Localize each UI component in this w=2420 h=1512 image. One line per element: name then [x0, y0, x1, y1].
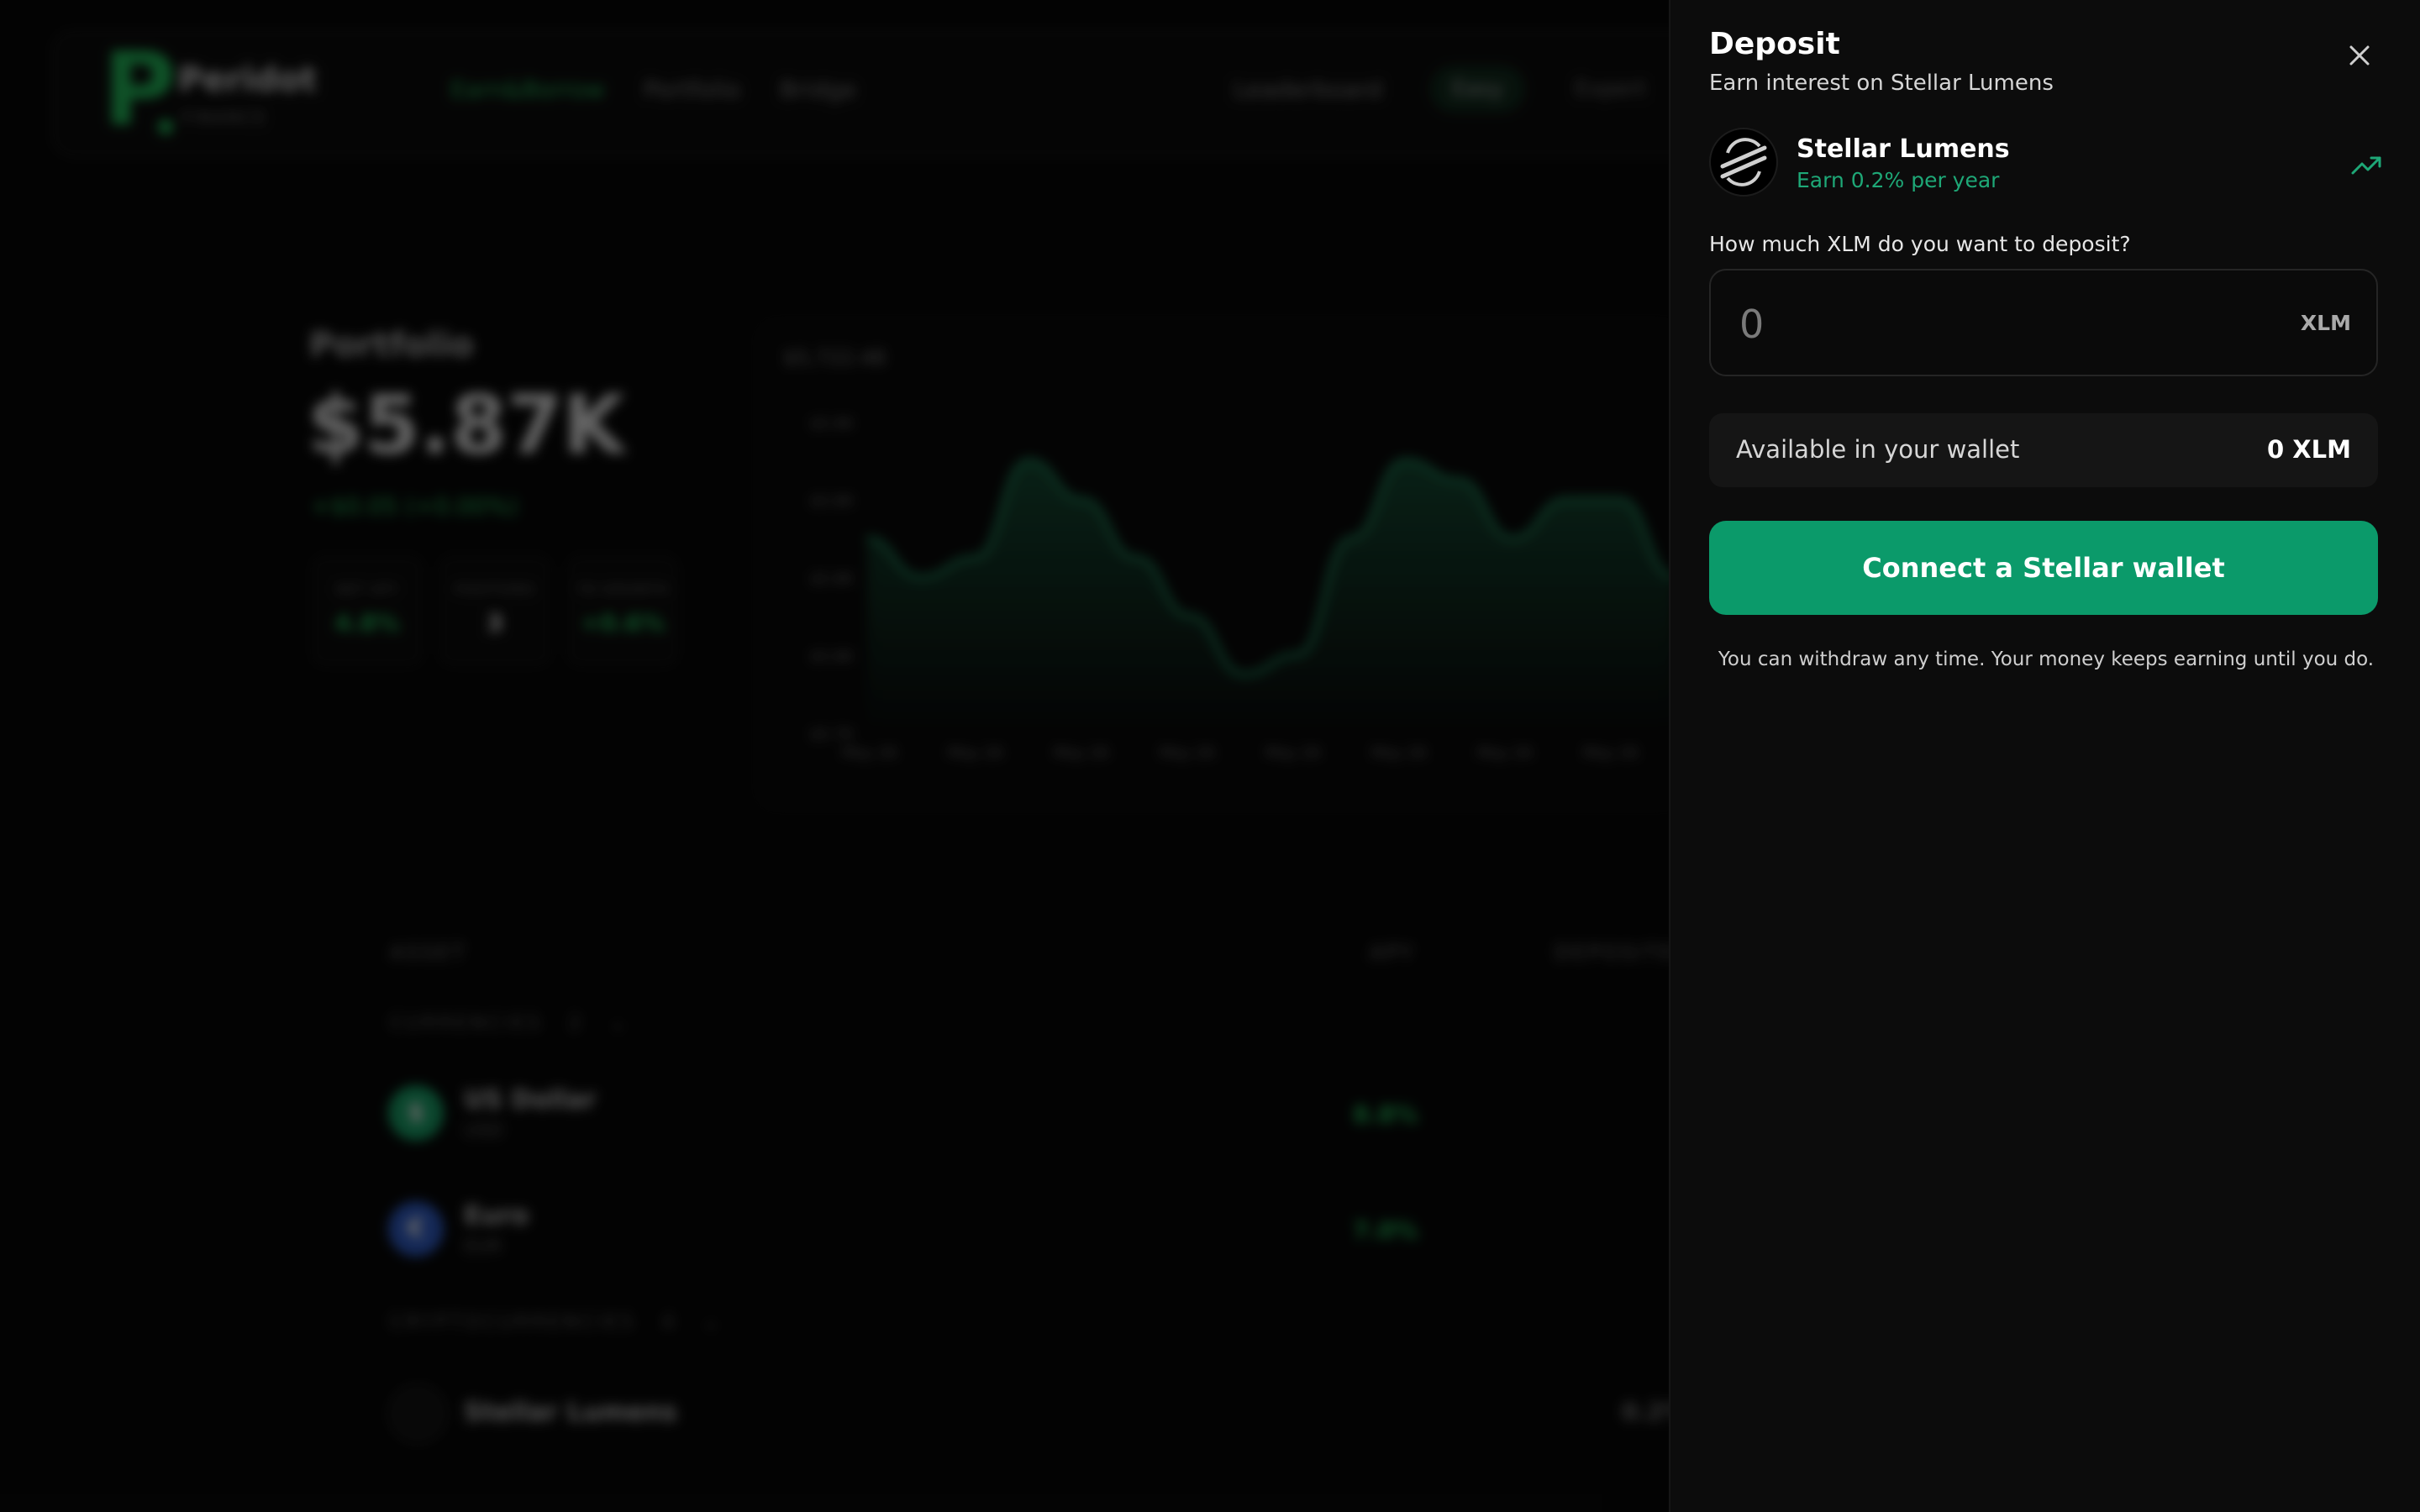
deposit-drawer: Deposit Earn interest on Stellar Lumens …	[1669, 0, 2420, 1512]
close-icon[interactable]	[2341, 37, 2378, 74]
drawer-subtitle: Earn interest on Stellar Lumens	[1709, 71, 2054, 96]
trending-up-icon	[2351, 156, 2381, 175]
asset-rate: Earn 0.2% per year	[1797, 168, 2000, 192]
connect-wallet-button[interactable]: Connect a Stellar wallet	[1709, 521, 2378, 615]
wallet-balance-value: 0 XLM	[2267, 435, 2351, 464]
stellar-logo-icon	[1709, 128, 1778, 197]
modal-backdrop[interactable]	[0, 0, 1669, 1512]
asset-title: Stellar Lumens	[1797, 134, 2010, 164]
amount-field[interactable]: XLM	[1709, 269, 2378, 376]
amount-input[interactable]	[1738, 296, 2245, 353]
amount-unit: XLM	[2300, 311, 2351, 335]
amount-question: How much XLM do you want to deposit?	[1709, 232, 2131, 256]
drawer-title: Deposit	[1709, 27, 1840, 61]
wallet-balance-row: Available in your wallet 0 XLM	[1709, 413, 2378, 487]
wallet-balance-label: Available in your wallet	[1736, 435, 2020, 464]
withdraw-note: You can withdraw any time. Your money ke…	[1718, 648, 2375, 670]
